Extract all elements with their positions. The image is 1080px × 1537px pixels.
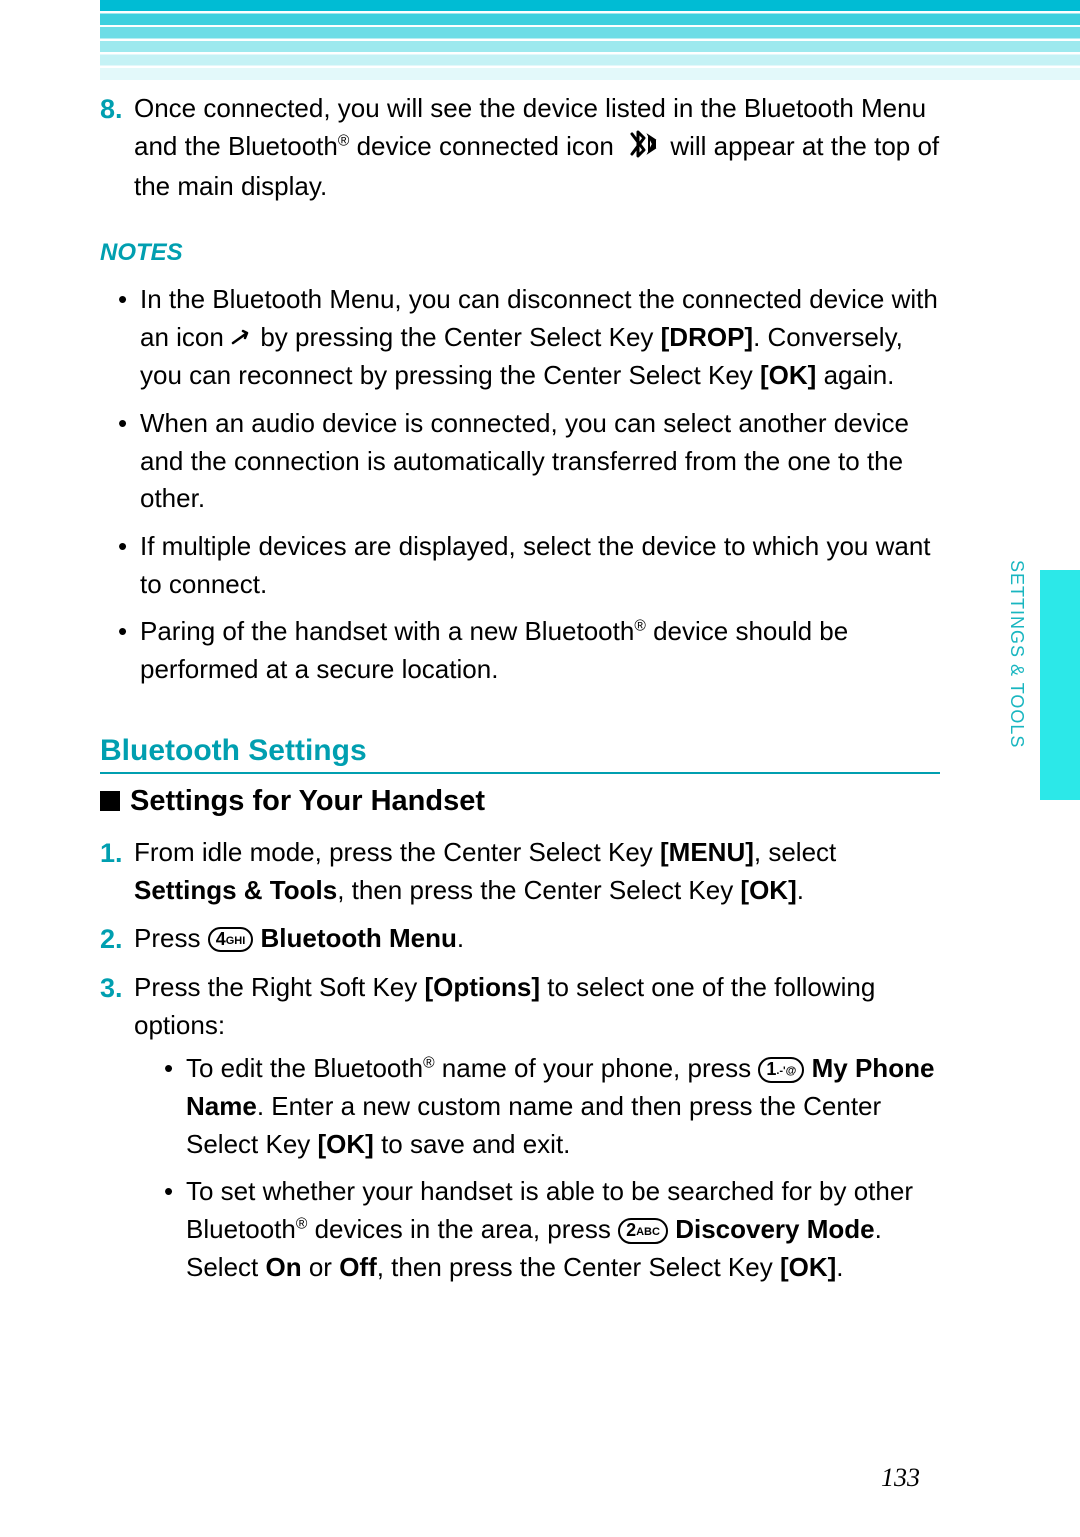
text: .-'@: [776, 1065, 796, 1077]
text: by pressing the Center Select Key: [260, 322, 660, 352]
key-2-icon: 2ABC: [618, 1218, 668, 1244]
text: 4: [216, 929, 226, 949]
key-label: [OK]: [740, 875, 796, 905]
text: to save and exit.: [374, 1129, 571, 1159]
option-on: On: [266, 1252, 302, 1282]
step-body: Once connected, you will see the device …: [134, 90, 940, 206]
text: device connected icon: [349, 131, 621, 161]
sub-bullet-item: To set whether your handset is able to b…: [164, 1173, 940, 1286]
key-label: [OK]: [780, 1252, 836, 1282]
registered-mark: ®: [296, 1215, 308, 1232]
side-section-label: SETTINGS & TOOLS: [1004, 560, 1030, 748]
text: 2: [626, 1220, 636, 1240]
key-4-icon: 4GHI: [208, 927, 254, 953]
notes-title: NOTES: [100, 236, 940, 271]
step-number: 3.: [100, 969, 134, 1297]
step-number: 8.: [100, 90, 134, 206]
note-item: Paring of the handset with a new Bluetoo…: [118, 613, 940, 688]
registered-mark: ®: [338, 132, 350, 149]
option-off: Off: [339, 1252, 377, 1282]
note-item: When an audio device is connected, you c…: [118, 405, 940, 518]
section-heading: Bluetooth Settings: [100, 729, 940, 775]
text: , select: [754, 837, 836, 867]
key-1-icon: 1.-'@: [758, 1057, 804, 1083]
text: To edit the Bluetooth: [186, 1053, 423, 1083]
text: .: [457, 923, 464, 953]
text: devices in the area, press: [307, 1214, 618, 1244]
step-8: 8. Once connected, you will see the devi…: [100, 90, 940, 206]
text: Press the Right Soft Key: [134, 972, 424, 1002]
registered-mark: ®: [423, 1055, 435, 1072]
page-content: 8. Once connected, you will see the devi…: [100, 90, 940, 1537]
notes-box: NOTES In the Bluetooth Menu, you can dis…: [100, 236, 940, 689]
square-bullet-icon: [100, 791, 120, 811]
text: ABC: [636, 1226, 660, 1238]
text: , then press the Center Select Key: [377, 1252, 780, 1282]
text: .: [797, 875, 804, 905]
text: 1: [766, 1059, 776, 1079]
notes-list: In the Bluetooth Menu, you can disconnec…: [100, 281, 940, 689]
text: name of your phone, press: [435, 1053, 759, 1083]
subsection-heading: Settings for Your Handset: [100, 780, 940, 822]
text: , then press the Center Select Key: [337, 875, 740, 905]
note-item: In the Bluetooth Menu, you can disconnec…: [118, 281, 940, 395]
header-stripes: [100, 0, 1080, 80]
disconnect-arrow-icon: [231, 323, 253, 358]
step-list: 1. From idle mode, press the Center Sele…: [100, 834, 940, 1296]
text: Paring of the handset with a new Bluetoo…: [140, 616, 634, 646]
sub-bullet-list: To edit the Bluetooth® name of your phon…: [134, 1050, 940, 1286]
key-label: [OK]: [760, 360, 816, 390]
key-label: [OK]: [318, 1129, 374, 1159]
text: GHI: [226, 935, 246, 947]
text: .: [836, 1252, 843, 1282]
key-label: [MENU]: [660, 837, 754, 867]
step-3: 3. Press the Right Soft Key [Options] to…: [100, 969, 940, 1297]
step-number: 2.: [100, 920, 134, 959]
text: Settings for Your Handset: [130, 785, 485, 817]
text: again.: [816, 360, 894, 390]
key-label: [DROP]: [661, 322, 753, 352]
registered-mark: ®: [634, 618, 646, 635]
menu-path: Bluetooth Menu: [261, 923, 457, 953]
text: Press: [134, 923, 208, 953]
side-tab: [1040, 570, 1080, 800]
text: or: [302, 1252, 340, 1282]
note-item: If multiple devices are displayed, selec…: [118, 528, 940, 603]
step-body: Press the Right Soft Key [Options] to se…: [134, 969, 940, 1297]
key-label: [Options]: [424, 972, 540, 1002]
step-2: 2. Press 4GHI Bluetooth Menu.: [100, 920, 940, 959]
step-body: From idle mode, press the Center Select …: [134, 834, 940, 909]
bluetooth-connected-icon: [625, 130, 659, 169]
menu-path: Discovery Mode: [675, 1214, 874, 1244]
menu-path: Settings & Tools: [134, 875, 337, 905]
step-body: Press 4GHI Bluetooth Menu.: [134, 920, 940, 959]
step-number: 1.: [100, 834, 134, 909]
sub-bullet-item: To edit the Bluetooth® name of your phon…: [164, 1050, 940, 1163]
step-1: 1. From idle mode, press the Center Sele…: [100, 834, 940, 909]
text: From idle mode, press the Center Select …: [134, 837, 660, 867]
